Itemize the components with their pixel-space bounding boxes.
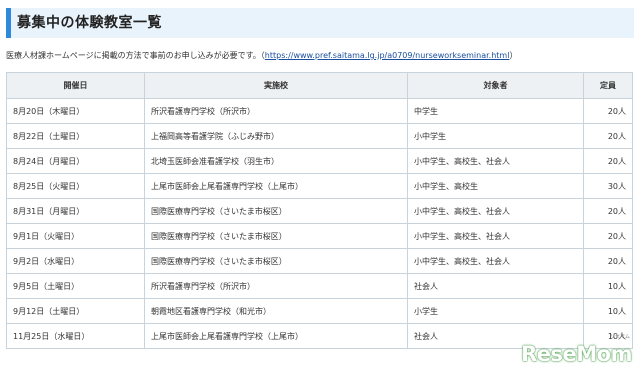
cell-date: 8月31日（月曜日） xyxy=(6,198,145,224)
watermark-text: ReseMom xyxy=(521,342,632,366)
cell-school: 上尾市医師会上尾看護専門学校（上尾市） xyxy=(144,173,408,199)
cell-target: 中学生 xyxy=(407,98,584,124)
page-title: 募集中の体験教室一覧 xyxy=(17,15,162,31)
cell-date: 8月22日（土曜日） xyxy=(6,123,145,149)
cell-date: 8月24日（月曜日） xyxy=(6,148,145,174)
cell-capacity: 20人 xyxy=(583,123,633,149)
cell-date: 8月25日（火曜日） xyxy=(6,173,145,199)
cell-school: 朝霞地区看護専門学校（和光市） xyxy=(144,298,408,324)
cell-date: 8月20日（木曜日） xyxy=(6,98,145,124)
cell-school: 国際医療専門学校（さいたま市桜区） xyxy=(144,198,408,224)
resemom-watermark-logo: リセマム ReseMom xyxy=(512,334,632,367)
cell-target: 小中学生、高校生、社会人 xyxy=(407,198,584,224)
cell-capacity: 20人 xyxy=(583,98,633,124)
cell-capacity: 20人 xyxy=(583,198,633,224)
cell-date: 9月2日（水曜日） xyxy=(6,248,145,274)
cell-capacity: 10人 xyxy=(583,298,633,324)
cell-school: 上尾市医師会上尾看護専門学校（上尾市） xyxy=(144,323,408,349)
header-school: 実施校 xyxy=(144,72,408,99)
cell-target: 小中学生、高校生、社会人 xyxy=(407,148,584,174)
cell-target: 社会人 xyxy=(407,273,584,299)
table-header-row: 開催日 実施校 対象者 定員 xyxy=(6,72,633,99)
cell-date: 11月25日（水曜日） xyxy=(6,323,145,349)
cell-capacity: 10人 xyxy=(583,273,633,299)
cell-school: 国際医療専門学校（さいたま市桜区） xyxy=(144,223,408,249)
watermark-small-text: リセマム xyxy=(609,334,630,340)
table-row: 8月22日（土曜日） 上福岡高等看護学院（ふじみ野市） 小中学生 20人 xyxy=(6,123,633,149)
cell-school: 北埼玉医師会准看護学校（羽生市） xyxy=(144,148,408,174)
cell-date: 9月12日（土曜日） xyxy=(6,298,145,324)
cell-capacity: 20人 xyxy=(583,248,633,274)
cell-date: 9月1日（火曜日） xyxy=(6,223,145,249)
header-date: 開催日 xyxy=(6,72,145,99)
notice-link[interactable]: https://www.pref.saitama.lg.jp/a0709/nur… xyxy=(265,51,510,60)
table-row: 9月2日（水曜日） 国際医療専門学校（さいたま市桜区） 小中学生、高校生、社会人… xyxy=(6,248,633,274)
cell-school: 所沢看護専門学校（所沢市） xyxy=(144,98,408,124)
schedule-table: 開催日 実施校 対象者 定員 8月20日（木曜日） 所沢看護専門学校（所沢市） … xyxy=(6,72,633,349)
cell-capacity: 20人 xyxy=(583,223,633,249)
cell-school: 国際医療専門学校（さいたま市桜区） xyxy=(144,248,408,274)
table-row: 9月5日（土曜日） 所沢看護専門学校（所沢市） 社会人 10人 xyxy=(6,273,633,299)
cell-capacity: 30人 xyxy=(583,173,633,199)
cell-target: 小中学生、高校生、社会人 xyxy=(407,248,584,274)
table-row: 8月25日（火曜日） 上尾市医師会上尾看護専門学校（上尾市） 小中学生、高校生 … xyxy=(6,173,633,199)
table-row: 8月24日（月曜日） 北埼玉医師会准看護学校（羽生市） 小中学生、高校生、社会人… xyxy=(6,148,633,174)
table-row: 8月20日（木曜日） 所沢看護専門学校（所沢市） 中学生 20人 xyxy=(6,98,633,124)
cell-target: 小中学生、高校生、社会人 xyxy=(407,223,584,249)
table-row: 9月1日（火曜日） 国際医療専門学校（さいたま市桜区） 小中学生、高校生、社会人… xyxy=(6,223,633,249)
cell-school: 所沢看護専門学校（所沢市） xyxy=(144,273,408,299)
notice-text: 医療人材課ホームページに掲載の方法で事前のお申し込みが必要です。 xyxy=(6,51,261,60)
notice-paragraph: 医療人材課ホームページに掲載の方法で事前のお申し込みが必要です。（https:/… xyxy=(6,50,634,62)
cell-capacity: 20人 xyxy=(583,148,633,174)
cell-target: 小中学生 xyxy=(407,123,584,149)
cell-date: 9月5日（土曜日） xyxy=(6,273,145,299)
section-header: 募集中の体験教室一覧 xyxy=(6,8,634,38)
header-capacity: 定員 xyxy=(583,72,633,99)
table-row: 9月12日（土曜日） 朝霞地区看護専門学校（和光市） 小学生 10人 xyxy=(6,298,633,324)
cell-target: 小中学生、高校生 xyxy=(407,173,584,199)
notice-link-close: ） xyxy=(509,51,518,60)
table-row: 8月31日（月曜日） 国際医療専門学校（さいたま市桜区） 小中学生、高校生、社会… xyxy=(6,198,633,224)
cell-school: 上福岡高等看護学院（ふじみ野市） xyxy=(144,123,408,149)
header-target: 対象者 xyxy=(407,72,584,99)
page: 募集中の体験教室一覧 医療人材課ホームページに掲載の方法で事前のお申し込みが必要… xyxy=(0,0,640,369)
cell-target: 小学生 xyxy=(407,298,584,324)
